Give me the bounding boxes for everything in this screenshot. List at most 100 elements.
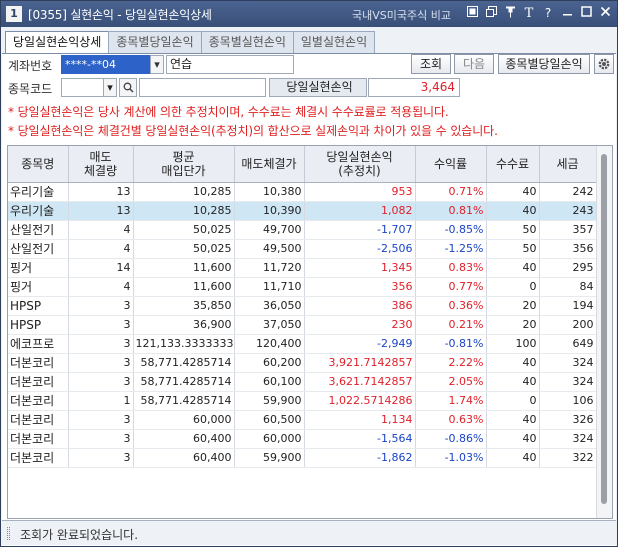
sell-price-cell: 36,050: [234, 296, 305, 316]
column-header[interactable]: 수수료: [486, 146, 540, 183]
column-header[interactable]: 당일실현손익 (추정치): [304, 146, 416, 183]
table-row[interactable]: 더본코리 3 58,771.4285714 60,100 3,621.7142857 2.…: [8, 372, 597, 392]
window-title: [0355] 실현손익 - 당일실현손익상세: [28, 7, 212, 22]
sell-qty-cell: 3: [68, 372, 134, 392]
tab-daily-realized[interactable]: 일별실현손익: [292, 31, 376, 53]
minimize-icon[interactable]: [559, 5, 575, 22]
help-icon[interactable]: ?: [540, 5, 556, 22]
pnl-detail-table[interactable]: 종목명 매도 체결량 평균 매입단가 매도체결가 당일실현손익 (추정치) 수익률 수수료 세금 우…: [7, 145, 613, 519]
stock-name-field: [139, 78, 266, 97]
realized-pnl-cell: 386: [304, 296, 416, 316]
text-icon[interactable]: T: [521, 5, 537, 22]
avg-buy-price-cell: 58,771.4285714: [133, 372, 235, 392]
table-row[interactable]: 더본코리 3 58,771.4285714 60,200 3,921.7142857 2.…: [8, 353, 597, 373]
tab-per-stock-realized[interactable]: 종목별실현손익: [200, 31, 294, 53]
search-icon[interactable]: [119, 78, 137, 97]
sell-price-cell: 10,390: [234, 201, 305, 221]
fee-cell: 0: [486, 277, 540, 297]
column-header-text: 매도: [89, 149, 112, 164]
column-header[interactable]: 매도체결가: [234, 146, 305, 183]
tax-cell: 242: [539, 182, 597, 202]
settings-gear-icon[interactable]: [594, 54, 614, 74]
table-row[interactable]: 에코프로 3 121,133.3333333 120,400 -2,949 -0.81% 1…: [8, 334, 597, 354]
table-row[interactable]: 핑거 14 11,600 11,720 1,345 0.83% 40 295: [8, 258, 597, 278]
vertical-scrollbar[interactable]: [596, 146, 612, 518]
table-row[interactable]: HPSP 3 36,900 37,050 230 0.21% 20 200: [8, 315, 597, 335]
column-header[interactable]: 종목명: [8, 146, 69, 183]
stock-name-cell: HPSP: [8, 296, 69, 316]
sell-qty-cell: 13: [68, 182, 134, 202]
table-row[interactable]: HPSP 3 35,850 36,050 386 0.36% 20 194: [8, 296, 597, 316]
tax-cell: 324: [539, 353, 597, 373]
column-header[interactable]: 세금: [539, 146, 597, 183]
sell-price-cell: 60,100: [234, 372, 305, 392]
tax-cell: 243: [539, 201, 597, 221]
sell-price-cell: 49,500: [234, 239, 305, 259]
tab-per-stock-daily[interactable]: 종목별당일손익: [108, 31, 202, 53]
scrollbar-thumb[interactable]: [601, 154, 607, 504]
return-rate-cell: 2.05%: [415, 372, 487, 392]
account-dropdown-icon[interactable]: ▾: [150, 55, 164, 74]
sell-price-cell: 59,900: [234, 391, 305, 411]
account-number-field[interactable]: ****-**04: [61, 55, 164, 74]
stock-code-label: 종목코드: [8, 82, 53, 96]
stock-name-cell: 더본코리: [8, 448, 69, 468]
table-row[interactable]: 핑거 4 11,600 11,710 356 0.77% 0 84: [8, 277, 597, 297]
return-rate-cell: 2.22%: [415, 353, 487, 373]
fee-cell: 40: [486, 429, 540, 449]
tab-bar: 당일실현손익상세 종목별당일손익 종목별실현손익 일별실현손익: [5, 31, 376, 54]
copy-icon[interactable]: [483, 5, 499, 22]
sell-price-cell: 60,500: [234, 410, 305, 430]
table-row[interactable]: 더본코리 1 58,771.4285714 59,900 1,022.5714286 1.…: [8, 391, 597, 411]
compare-link[interactable]: 국내VS미국주식 비교: [352, 7, 451, 23]
title-bar[interactable]: 1 [0355] 실현손익 - 당일실현손익상세 국내VS미국주식 비교 T ?: [1, 1, 617, 27]
sell-price-cell: 37,050: [234, 315, 305, 335]
maximize-icon[interactable]: [578, 5, 594, 22]
fee-cell: 40: [486, 372, 540, 392]
stock-name-cell: 우리기술: [8, 182, 69, 202]
restore-icon[interactable]: [464, 5, 480, 22]
fee-cell: 40: [486, 201, 540, 221]
realized-pnl-cell: 3,621.7142857: [304, 372, 416, 392]
avg-buy-price-cell: 10,285: [133, 182, 235, 202]
table-row[interactable]: 우리기술 13 10,285 10,380 953 0.71% 40 242: [8, 182, 597, 202]
column-header-text: (추정치): [338, 163, 381, 178]
sell-qty-cell: 3: [68, 429, 134, 449]
fee-cell: 40: [486, 353, 540, 373]
realized-pnl-cell: 356: [304, 277, 416, 297]
query-button[interactable]: 조회: [411, 54, 451, 74]
table-row[interactable]: 우리기술 13 10,285 10,390 1,082 0.81% 40 243: [8, 201, 597, 221]
pin-icon[interactable]: [502, 5, 518, 22]
table-row[interactable]: 더본코리 3 60,400 60,000 -1,564 -0.86% 40 324: [8, 429, 597, 449]
table-row[interactable]: 더본코리 3 60,000 60,500 1,134 0.63% 40 326: [8, 410, 597, 430]
sell-qty-cell: 3: [68, 353, 134, 373]
return-rate-cell: 0.81%: [415, 201, 487, 221]
return-rate-cell: 0.21%: [415, 315, 487, 335]
stock-name-cell: 더본코리: [8, 429, 69, 449]
sell-qty-cell: 4: [68, 277, 134, 297]
sell-qty-cell: 1: [68, 391, 134, 411]
close-icon[interactable]: [597, 5, 613, 22]
column-header[interactable]: 매도 체결량: [68, 146, 134, 183]
column-header-text: 수익률: [433, 156, 468, 171]
column-header[interactable]: 수익률: [415, 146, 487, 183]
stock-name-cell: 더본코리: [8, 372, 69, 392]
fee-cell: 20: [486, 296, 540, 316]
fee-cell: 40: [486, 182, 540, 202]
table-row[interactable]: 더본코리 3 60,400 59,900 -1,862 -1.03% 40 322: [8, 448, 597, 468]
tax-cell: 322: [539, 448, 597, 468]
sell-qty-cell: 3: [68, 410, 134, 430]
stock-code-dropdown-icon[interactable]: ▾: [103, 78, 117, 97]
daily-pnl-label: 당일실현손익: [269, 78, 367, 97]
column-header[interactable]: 평균 매입단가: [133, 146, 235, 183]
per-stock-pnl-button[interactable]: 종목별당일손익: [498, 54, 590, 74]
column-header-text: 종목명: [21, 156, 55, 171]
sell-qty-cell: 4: [68, 220, 134, 240]
sell-qty-cell: 4: [68, 239, 134, 259]
avg-buy-price-cell: 11,600: [133, 258, 235, 278]
tax-cell: 649: [539, 334, 597, 354]
tab-daily-realized-detail[interactable]: 당일실현손익상세: [5, 31, 110, 54]
next-button[interactable]: 다음: [454, 54, 494, 74]
table-row[interactable]: 산일전기 4 50,025 49,500 -2,506 -1.25% 50 356: [8, 239, 597, 259]
table-row[interactable]: 산일전기 4 50,025 49,700 -1,707 -0.85% 50 357: [8, 220, 597, 240]
